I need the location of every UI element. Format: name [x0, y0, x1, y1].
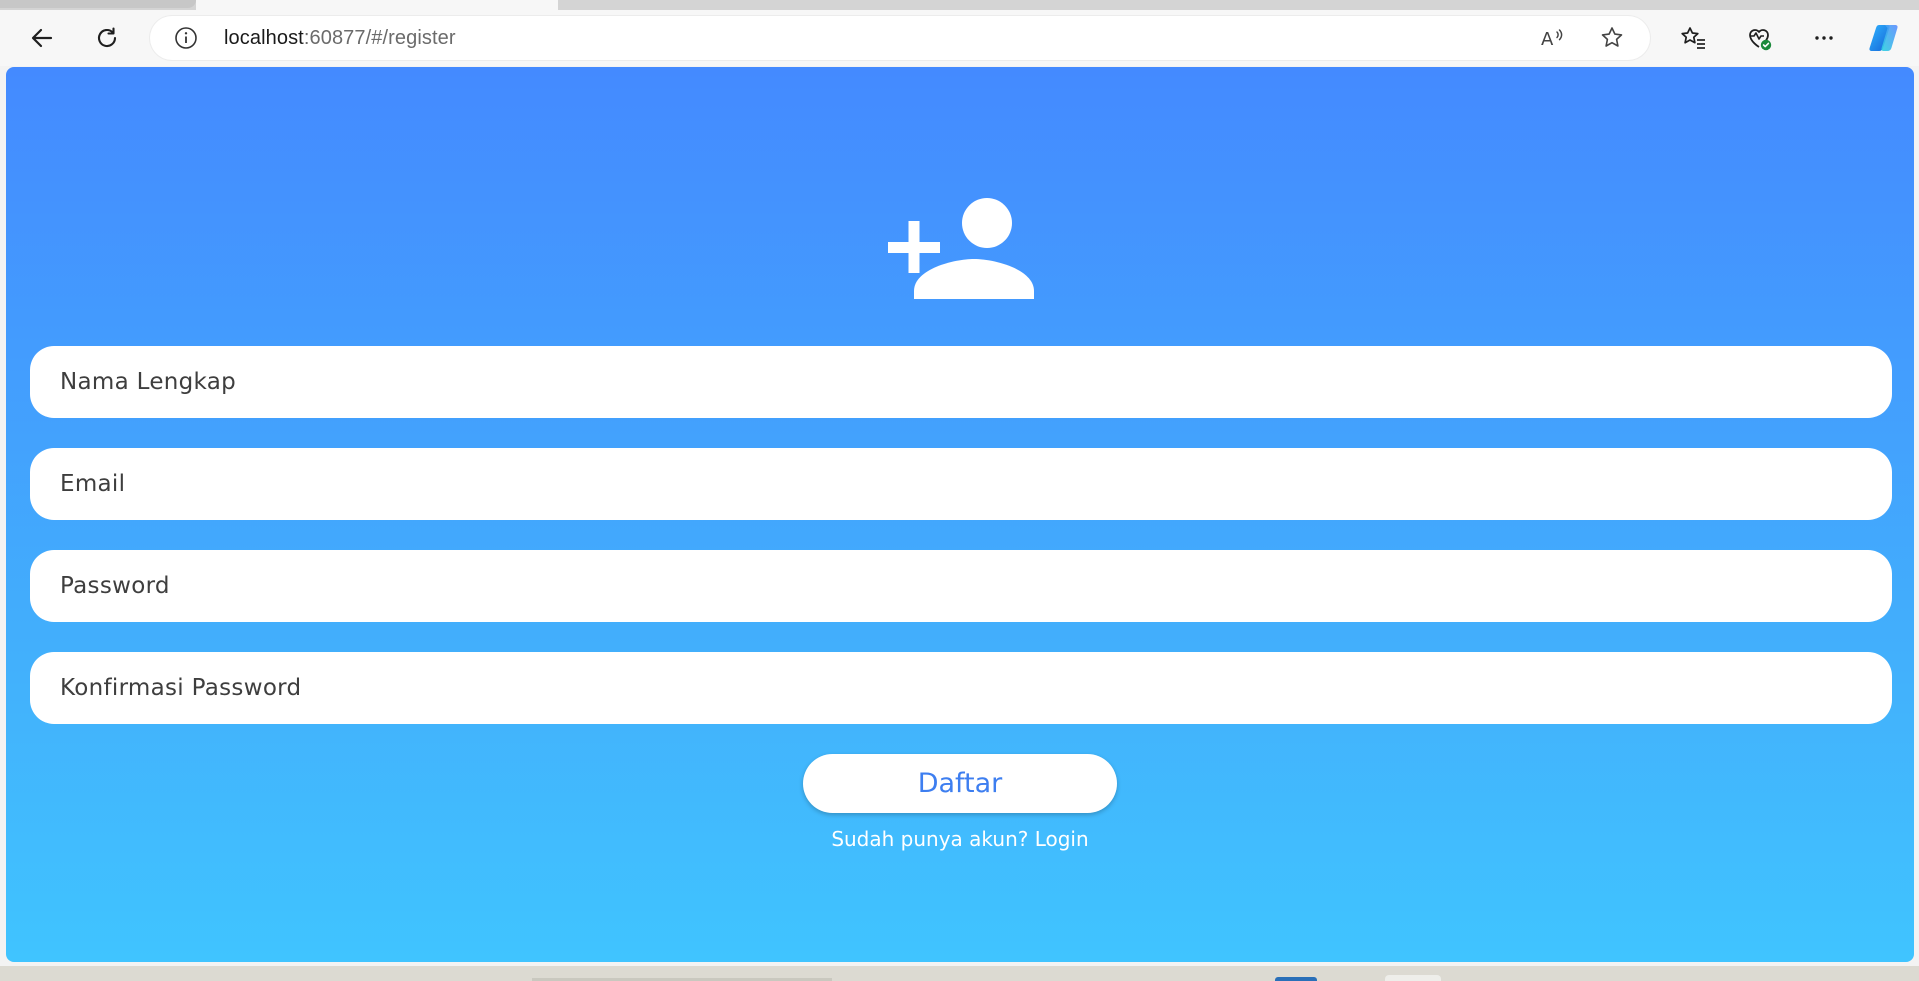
full-name-input[interactable] [30, 346, 1892, 418]
heart-pulse-icon [1744, 23, 1774, 53]
login-link[interactable]: Sudah punya akun? Login [6, 827, 1914, 851]
browser-toolbar: localhost:60877/#/register A [0, 10, 1919, 66]
full-name-field[interactable] [30, 346, 1892, 418]
confirm-password-input[interactable] [30, 652, 1892, 724]
confirm-password-field[interactable] [30, 652, 1892, 724]
reload-icon [94, 25, 120, 51]
favorites-icon [1679, 24, 1707, 52]
tab-strip [0, 0, 1919, 10]
star-icon[interactable] [1598, 24, 1626, 52]
browser-essentials-button[interactable] [1741, 20, 1777, 56]
register-button[interactable]: Daftar [803, 754, 1117, 813]
register-page: Daftar Sudah punya akun? Login [6, 67, 1914, 962]
url-text[interactable]: localhost:60877/#/register [224, 27, 456, 50]
url-path: :60877/#/register [303, 27, 456, 49]
info-icon[interactable] [174, 26, 198, 50]
back-button[interactable] [24, 20, 60, 56]
svg-text:A: A [1541, 29, 1554, 50]
url-host: localhost [224, 27, 304, 49]
more-button[interactable] [1806, 20, 1842, 56]
taskbar-item[interactable] [1385, 975, 1441, 981]
person-add-icon [888, 187, 1034, 299]
read-aloud-icon[interactable]: A [1538, 24, 1566, 52]
more-icon [1811, 25, 1837, 51]
address-bar[interactable]: localhost:60877/#/register A [150, 16, 1650, 60]
copilot-button[interactable] [1866, 20, 1902, 56]
copilot-icon [1867, 21, 1901, 55]
browser-tab-inactive[interactable] [0, 0, 196, 8]
favorites-button[interactable] [1675, 20, 1711, 56]
email-input[interactable] [30, 448, 1892, 520]
password-field[interactable] [30, 550, 1892, 622]
email-field[interactable] [30, 448, 1892, 520]
back-arrow-icon [29, 25, 55, 51]
taskbar-item[interactable] [1275, 977, 1317, 981]
password-input[interactable] [30, 550, 1892, 622]
reload-button[interactable] [89, 20, 125, 56]
os-taskbar [0, 966, 1919, 981]
browser-tab-active[interactable] [196, 0, 558, 10]
